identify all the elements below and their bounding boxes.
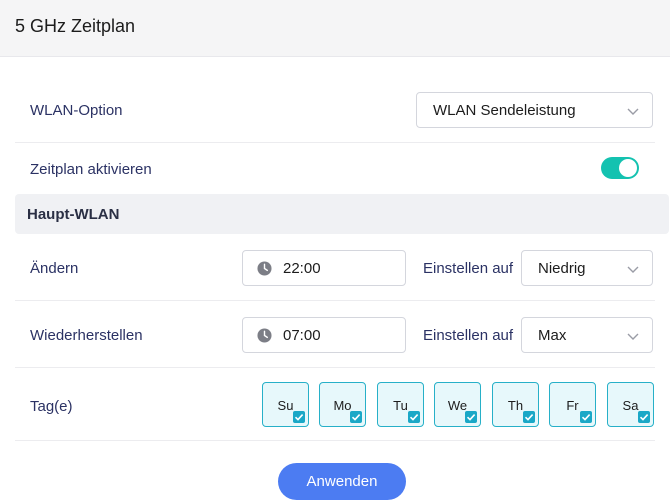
- section-title: Haupt-WLAN: [27, 206, 120, 223]
- restore-time-input[interactable]: 07:00: [242, 317, 406, 353]
- day-toggle-su[interactable]: Su: [262, 382, 309, 427]
- day-toggle-th[interactable]: Th: [492, 382, 539, 427]
- check-icon: [465, 411, 477, 423]
- check-icon: [523, 411, 535, 423]
- clock-icon: [257, 328, 272, 343]
- restore-level-value: Max: [538, 327, 567, 344]
- change-time-input[interactable]: 22:00: [242, 250, 406, 286]
- change-time-value: 22:00: [283, 260, 321, 277]
- chevron-down-icon: [627, 108, 639, 115]
- schedule-label: Zeitplan aktivieren: [30, 161, 152, 178]
- chevron-down-icon: [627, 266, 639, 273]
- toggle-knob: [619, 159, 637, 177]
- schedule-row: Zeitplan aktivieren: [15, 143, 655, 194]
- check-icon: [638, 411, 650, 423]
- day-toggle-tu[interactable]: Tu: [377, 382, 424, 427]
- wlan-option-label: WLAN-Option: [30, 102, 123, 119]
- change-level-value: Niedrig: [538, 260, 586, 277]
- day-toggle-mo[interactable]: Mo: [319, 382, 366, 427]
- apply-button[interactable]: Anwenden: [278, 463, 406, 500]
- change-set-label: Einstellen auf: [423, 260, 514, 277]
- day-toggle-we[interactable]: We: [434, 382, 481, 427]
- days-label: Tag(e): [30, 398, 73, 415]
- chevron-down-icon: [627, 333, 639, 340]
- check-icon: [408, 411, 420, 423]
- section-header: Haupt-WLAN: [15, 194, 669, 234]
- restore-level-select[interactable]: Max: [521, 317, 653, 353]
- check-icon: [293, 411, 305, 423]
- page-header: 5 GHz Zeitplan: [0, 0, 670, 57]
- change-level-select[interactable]: Niedrig: [521, 250, 653, 286]
- wlan-option-value: WLAN Sendeleistung: [433, 102, 576, 119]
- clock-icon: [257, 261, 272, 276]
- change-label: Ändern: [30, 260, 79, 277]
- day-toggle-fr[interactable]: Fr: [549, 382, 596, 427]
- check-icon: [350, 411, 362, 423]
- wlan-option-select[interactable]: WLAN Sendeleistung: [416, 92, 653, 128]
- restore-set-label: Einstellen auf: [423, 327, 514, 344]
- restore-time-value: 07:00: [283, 327, 321, 344]
- schedule-toggle[interactable]: [601, 157, 639, 179]
- page-title: 5 GHz Zeitplan: [15, 16, 136, 36]
- check-icon: [580, 411, 592, 423]
- day-toggle-sa[interactable]: Sa: [607, 382, 654, 427]
- restore-label: Wiederherstellen: [30, 327, 143, 344]
